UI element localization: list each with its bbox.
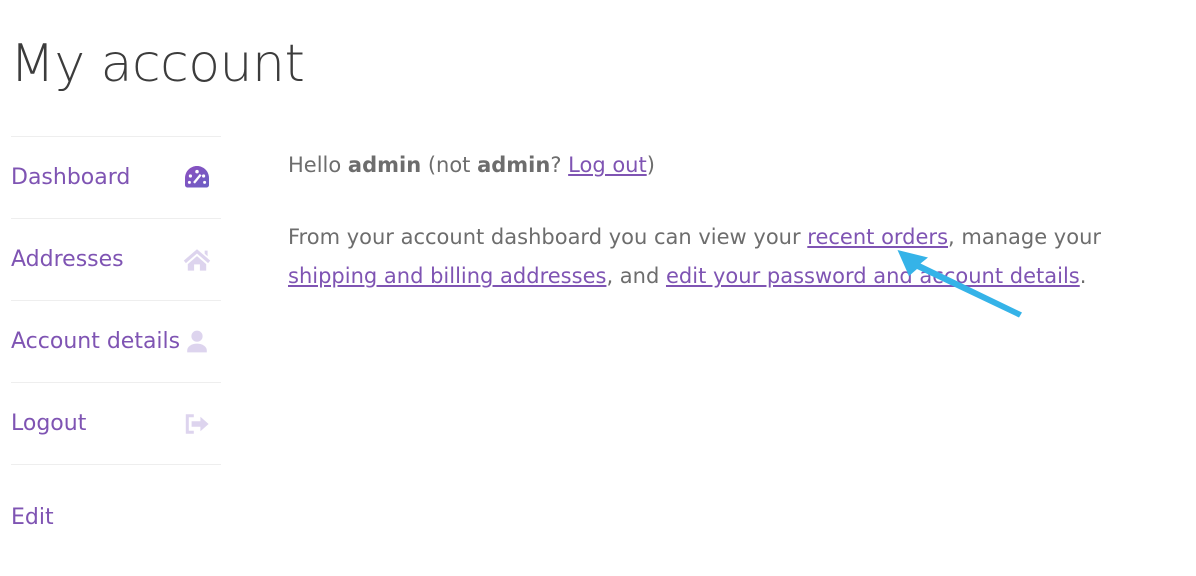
- sidebar-item-list: Dashboard Addresses Account details Logo…: [0, 136, 232, 576]
- greeting-not-text: (not: [421, 153, 478, 177]
- user-icon: [182, 327, 212, 357]
- greeting-question-text: ?: [550, 153, 569, 177]
- sidebar-item-dashboard[interactable]: Dashboard: [11, 136, 221, 218]
- sidebar-link-account-details[interactable]: Account details: [11, 329, 180, 355]
- sidebar-link-logout[interactable]: Logout: [11, 411, 86, 437]
- sidebar-link-edit[interactable]: Edit: [11, 505, 54, 531]
- sidebar-item-addresses[interactable]: Addresses: [11, 218, 221, 300]
- greeting-close-text: ): [646, 153, 655, 177]
- greeting-not-username: admin: [477, 153, 551, 177]
- greeting-hello-text: Hello: [288, 153, 348, 177]
- description-text-part-1: From your account dashboard you can view…: [288, 225, 808, 249]
- sidebar-link-dashboard[interactable]: Dashboard: [11, 165, 130, 191]
- greeting-paragraph: Hello admin (not admin? Log out): [288, 136, 1194, 185]
- recent-orders-link[interactable]: recent orders: [807, 225, 948, 249]
- sidebar-item-account-details[interactable]: Account details: [11, 300, 221, 382]
- log-out-link[interactable]: Log out: [568, 153, 647, 177]
- edit-password-account-details-link[interactable]: edit your password and account details: [666, 264, 1080, 288]
- description-text-part-3: , and: [606, 264, 666, 288]
- greeting-username: admin: [347, 153, 422, 177]
- dashboard-gauge-icon: [182, 163, 212, 193]
- sidebar-item-edit[interactable]: Edit: [11, 464, 221, 576]
- shipping-billing-addresses-link[interactable]: shipping and billing addresses: [288, 264, 606, 288]
- description-text-part-2: , manage your: [948, 225, 1102, 249]
- account-sidebar-nav: Dashboard Addresses Account details Logo…: [0, 136, 232, 576]
- page-title: My account: [10, 34, 305, 94]
- sign-out-icon: [182, 409, 212, 439]
- home-icon: [182, 245, 212, 275]
- description-paragraph: From your account dashboard you can view…: [288, 218, 1194, 296]
- sidebar-item-logout[interactable]: Logout: [11, 382, 221, 464]
- sidebar-link-addresses[interactable]: Addresses: [11, 247, 124, 273]
- description-text-part-4: .: [1079, 264, 1087, 288]
- account-content: Hello admin (not admin? Log out) From yo…: [288, 136, 1194, 296]
